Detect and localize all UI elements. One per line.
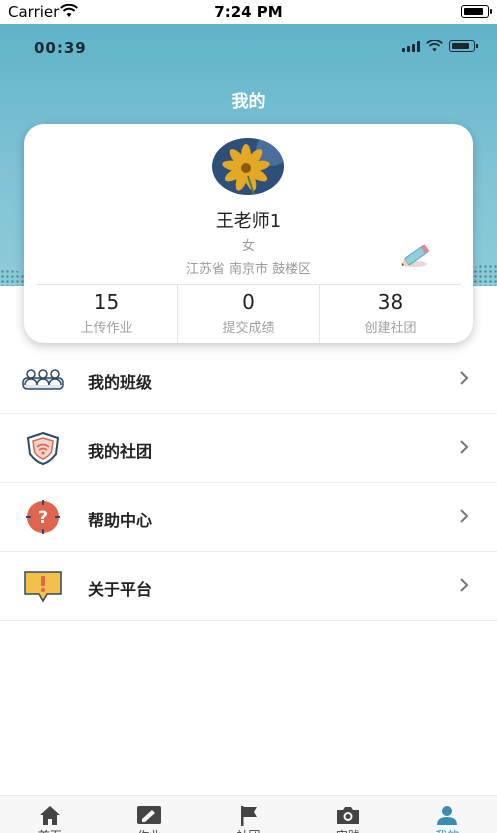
- stat-label: 上传作业: [80, 321, 133, 336]
- tab-homework[interactable]: 作业: [99, 796, 198, 833]
- menu-label: 帮助中心: [88, 511, 153, 530]
- menu-item-my-club[interactable]: 我的社团: [0, 414, 497, 483]
- battery-icon: [461, 5, 492, 18]
- chevron-right-icon: [460, 578, 469, 592]
- club-shield-icon: [26, 431, 60, 466]
- tab-mine[interactable]: 我的: [398, 796, 497, 833]
- menu-item-help-center[interactable]: ? 帮助中心: [0, 483, 497, 552]
- tab-club[interactable]: 社团: [199, 796, 298, 833]
- about-alert-icon: [24, 571, 62, 603]
- class-group-icon: [22, 369, 64, 390]
- tab-practice[interactable]: 实践: [298, 796, 397, 833]
- chevron-right-icon: [460, 509, 469, 523]
- avatar[interactable]: [212, 138, 284, 195]
- tab-label: 首页: [0, 827, 99, 833]
- profile-card: 王老师1 女 江苏省 南京市 鼓楼区 15 上传作业 0 提交成绩 38 创建社…: [24, 124, 473, 343]
- battery-icon: [449, 40, 478, 52]
- edit-pencil-icon[interactable]: [398, 240, 434, 268]
- ios-status-bar: Carrier 7:24 PM: [0, 0, 497, 24]
- stat-label: 创建社团: [364, 321, 417, 336]
- wifi-icon: [426, 40, 443, 52]
- bottom-tab-bar: 首页 作业 社团 实践 我的: [0, 795, 497, 833]
- inner-clock: 00:39: [34, 39, 87, 57]
- stat-created-clubs[interactable]: 38 创建社团: [319, 285, 461, 343]
- menu-label: 关于平台: [88, 580, 153, 599]
- chevron-right-icon: [460, 371, 469, 385]
- signal-icon: [402, 40, 420, 52]
- clock: 7:24 PM: [214, 3, 283, 21]
- tab-label: 作业: [99, 827, 198, 833]
- stat-uploaded-homework[interactable]: 15 上传作业: [36, 285, 177, 343]
- stat-value: 0: [242, 290, 255, 314]
- flower-photo-icon: [212, 138, 284, 195]
- chevron-right-icon: [460, 440, 469, 454]
- menu-item-about-platform[interactable]: 关于平台: [0, 552, 497, 621]
- camera-icon: [336, 807, 359, 824]
- page-title: 我的: [231, 92, 266, 112]
- menu-label: 我的社团: [88, 442, 153, 461]
- tab-home[interactable]: 首页: [0, 796, 99, 833]
- stat-value: 15: [93, 290, 120, 314]
- svg-text:?: ?: [38, 508, 48, 528]
- tab-label: 社团: [199, 827, 298, 833]
- menu-list: 我的班级 我的社团 ? 帮助中心 关于平台: [0, 345, 497, 621]
- inner-status-icons: [402, 40, 478, 52]
- flag-icon: [240, 806, 257, 826]
- menu-item-my-class[interactable]: 我的班级: [0, 345, 497, 414]
- homework-icon: [137, 806, 162, 824]
- stat-value: 38: [377, 290, 404, 314]
- teacher-name: 王老师1: [215, 211, 282, 232]
- tab-label: 我的: [398, 827, 497, 833]
- home-icon: [39, 806, 60, 825]
- user-icon: [437, 806, 458, 825]
- menu-label: 我的班级: [88, 373, 153, 392]
- stat-label: 提交成绩: [222, 321, 275, 336]
- stat-submitted-scores[interactable]: 0 提交成绩: [177, 285, 319, 343]
- tab-label: 实践: [298, 827, 397, 833]
- help-question-icon: ?: [26, 500, 60, 534]
- stats-row: 15 上传作业 0 提交成绩 38 创建社团: [36, 284, 461, 343]
